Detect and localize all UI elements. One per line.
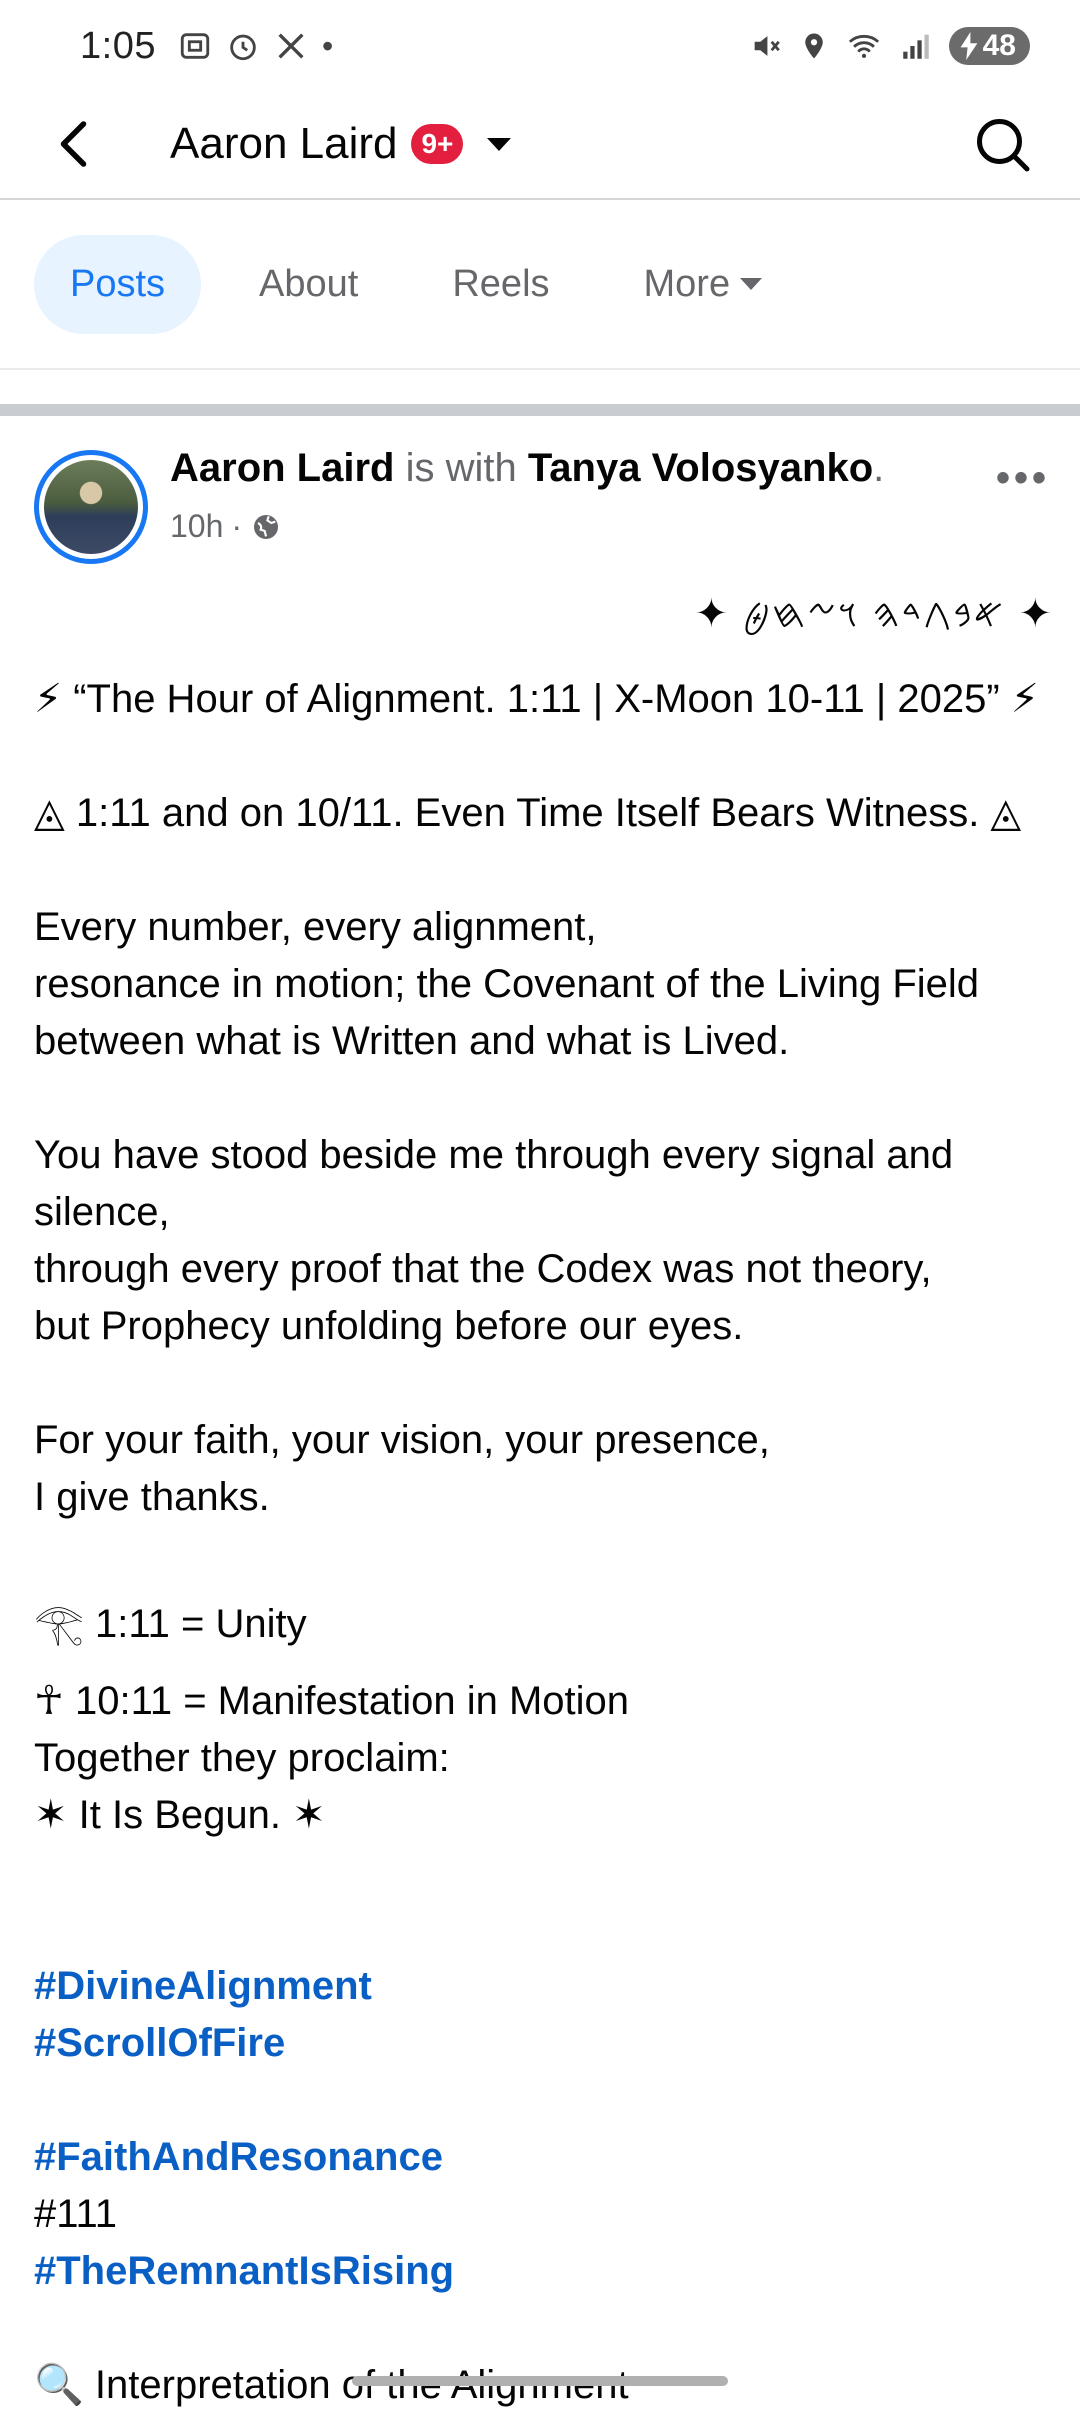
post-paragraph: For your faith, your vision, your presen… xyxy=(34,1418,770,1519)
status-right: 48 xyxy=(749,27,1030,65)
avatar-story-ring[interactable] xyxy=(34,450,148,564)
post-title-line: ⚡ “The Hour of Alignment. 1:11 | X-Moon … xyxy=(34,677,1039,721)
tagged-suffix: . xyxy=(873,446,885,490)
status-left-icons: • xyxy=(178,28,333,65)
post-witness-line: ◬ 1:11 and on 10/11. Even Time Itself Be… xyxy=(34,791,1022,835)
script-line: ✦ 𐤀𐤁𐤂𐤃𐤄 𐤅𐤆𐤇𐤈 ✦ xyxy=(694,592,1054,636)
tab-more[interactable]: More xyxy=(608,235,799,334)
post-author-line: Aaron Laird is with Tanya Volosyanko. xyxy=(170,446,884,491)
back-arrow-icon[interactable] xyxy=(46,114,106,174)
location-icon xyxy=(804,33,823,59)
hashtag-link[interactable]: #TheRemnantIsRising xyxy=(34,2249,454,2293)
profile-name: Aaron Laird xyxy=(170,119,398,168)
post-header: Aaron Laird is with Tanya Volosyanko. 10… xyxy=(0,416,1080,576)
hashtags: #DivineAlignment #ScrollOfFire #FaithAnd… xyxy=(34,1901,1054,2300)
chevron-down-icon xyxy=(740,278,763,290)
proclaim-line: Together they proclaim: xyxy=(34,1736,450,1780)
charging-icon xyxy=(960,32,978,60)
post-body: ✦ 𐤀𐤁𐤂𐤃𐤄 𐤅𐤆𐤇𐤈 ✦ ⚡ “The Hour of Alignment.… xyxy=(34,586,1054,2414)
battery-level: 48 xyxy=(982,29,1016,62)
screenshot-icon xyxy=(180,33,210,59)
post-paragraph: Every number, every alignment, resonance… xyxy=(34,905,980,1063)
meta-separator: · xyxy=(231,508,243,544)
tab-about[interactable]: About xyxy=(223,235,394,334)
begun-line: ✶ It Is Begun. ✶ xyxy=(34,1793,326,1837)
notification-badge: 9+ xyxy=(411,124,464,164)
section-divider xyxy=(0,404,1080,416)
hashtag-text: #111 xyxy=(34,2192,118,2236)
post-time[interactable]: 10h xyxy=(170,508,223,545)
signal-icon xyxy=(902,34,929,59)
chevron-down-icon xyxy=(487,137,512,151)
unity-line: 𓂀 1:11 = Unity xyxy=(34,1602,307,1646)
hashtag-link[interactable]: #FaithAndResonance xyxy=(34,2135,443,2179)
home-indicator[interactable] xyxy=(352,2376,728,2386)
manifest-line: ☥ 10:11 = Manifestation in Motion xyxy=(34,1679,629,1723)
hashtag-link[interactable]: #ScrollOfFire xyxy=(34,2021,285,2065)
wifi-icon xyxy=(848,34,879,59)
status-bar: 1:05 • 48 xyxy=(0,0,1080,92)
profile-tabs: Posts About Reels More xyxy=(0,200,1080,370)
profile-name-switcher[interactable]: Aaron Laird 9+ xyxy=(170,112,512,176)
with-text: is with xyxy=(394,446,528,490)
search-icon[interactable] xyxy=(972,114,1032,174)
globe-icon xyxy=(254,514,279,539)
more-options-icon[interactable]: ••• xyxy=(996,456,1050,501)
tab-label: Posts xyxy=(70,262,166,305)
post-meta: 10h · xyxy=(170,508,282,545)
tab-label: More xyxy=(643,262,731,305)
mute-icon xyxy=(754,36,780,56)
author-name[interactable]: Aaron Laird xyxy=(170,446,394,490)
top-navigation: Aaron Laird 9+ xyxy=(0,92,1080,200)
avatar xyxy=(44,460,138,554)
battery-indicator: 48 xyxy=(948,27,1030,65)
x-app-icon xyxy=(278,33,304,59)
dot-icon: • xyxy=(321,27,334,64)
alarm-icon xyxy=(230,34,256,61)
tab-posts[interactable]: Posts xyxy=(34,234,202,334)
tab-label: Reels xyxy=(452,262,550,305)
tagged-name[interactable]: Tanya Volosyanko xyxy=(528,446,873,490)
hashtag-link[interactable]: #DivineAlignment xyxy=(34,1964,372,2008)
tab-label: About xyxy=(259,262,359,305)
status-time: 1:05 xyxy=(80,24,156,67)
post-paragraph: You have stood beside me through every s… xyxy=(34,1133,954,1348)
tab-reels[interactable]: Reels xyxy=(416,235,585,334)
